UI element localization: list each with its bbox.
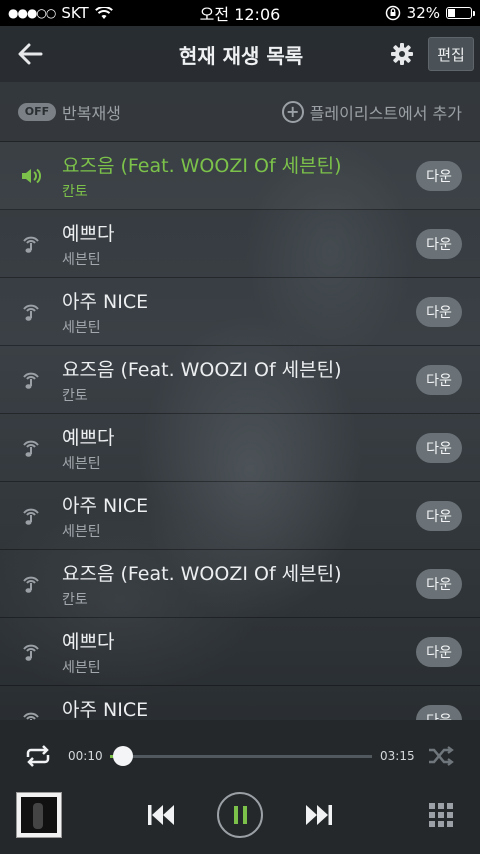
- next-button[interactable]: [298, 796, 340, 834]
- pause-icon: [217, 792, 263, 838]
- back-arrow-icon: [18, 43, 43, 65]
- track-artist: 세븐틴: [62, 523, 101, 540]
- header-bar: 현재 재생 목록 편집: [0, 26, 480, 82]
- next-track-icon: [306, 805, 332, 825]
- music-note-icon: [0, 709, 62, 720]
- music-note-icon: [0, 437, 62, 459]
- now-playing-speaker-icon: [0, 167, 62, 185]
- page-title: 현재 재생 목록: [178, 43, 304, 68]
- track-info: 아주 NICE 세븐틴: [62, 491, 416, 541]
- track-title: 아주 NICE: [62, 698, 149, 721]
- track-row[interactable]: 예쁘다 세븐틴 다운: [0, 210, 480, 278]
- grid-icon: [429, 803, 453, 827]
- download-button[interactable]: 다운: [416, 296, 462, 327]
- track-artist: 칸토: [62, 387, 88, 404]
- download-button[interactable]: 다운: [416, 500, 462, 531]
- track-row[interactable]: 아주 NICE 세븐틴 다운: [0, 278, 480, 346]
- track-artist: 세븐틴: [62, 659, 101, 676]
- carrier-label: SKT: [61, 4, 89, 22]
- plus-circle-icon: +: [281, 100, 304, 123]
- track-artist: 세븐틴: [62, 455, 101, 472]
- track-row[interactable]: 아주 NICE 세븐틴 다운: [0, 482, 480, 550]
- track-info: 예쁘다세븐틴: [62, 423, 416, 473]
- track-row[interactable]: 아주 NICE세븐틴다운: [0, 686, 480, 720]
- battery-icon: [446, 7, 475, 19]
- menu-grid-button[interactable]: [424, 800, 458, 830]
- music-note-icon: [0, 505, 62, 527]
- repeat-switch[interactable]: OFF: [18, 102, 56, 121]
- download-button[interactable]: 다운: [416, 568, 462, 599]
- status-bar: ●●●○○ SKT 오전 12:06 32%: [0, 0, 480, 26]
- play-pause-button[interactable]: [217, 792, 263, 838]
- signal-dots-icon: ●●●○○: [8, 6, 56, 20]
- total-time: 03:15: [380, 749, 415, 763]
- shuffle-button[interactable]: [424, 744, 458, 768]
- track-title: 예쁘다: [62, 630, 115, 653]
- album-art-thumbnail[interactable]: [16, 792, 62, 838]
- repeat-label: 반복재생: [62, 103, 121, 123]
- track-row[interactable]: 요즈음 (Feat. WOOZI Of 세븐틴) 칸토 다운: [0, 550, 480, 618]
- battery-percent: 32%: [406, 4, 440, 22]
- download-button[interactable]: 다운: [416, 704, 462, 720]
- album-art-image: [21, 797, 57, 833]
- track-info: 요즈음 (Feat. WOOZI Of 세븐틴) 칸토: [62, 355, 416, 405]
- rotation-lock-icon: [385, 5, 400, 21]
- track-artist: 칸토: [62, 183, 88, 200]
- music-note-icon: [0, 641, 62, 663]
- progress-row: 00:10 03:15: [0, 742, 480, 770]
- track-title: 예쁘다: [62, 222, 115, 245]
- music-note-icon: [0, 369, 62, 391]
- track-row[interactable]: 예쁘다 세븐틴 다운: [0, 618, 480, 686]
- wifi-icon: [94, 6, 113, 19]
- track-artist: 칸토: [62, 591, 88, 608]
- playback-controls: [0, 790, 480, 850]
- track-info: 아주 NICE세븐틴: [62, 695, 416, 721]
- track-info: 예쁘다세븐틴: [62, 627, 416, 677]
- edit-button[interactable]: 편집: [428, 37, 474, 71]
- track-title: 아주 NICE: [62, 494, 149, 517]
- track-title: 요즈음 (Feat. WOOZI Of 세븐틴): [62, 154, 342, 177]
- playlist-toolbar: OFF 반복재생 + 플레이리스트에서 추가: [0, 82, 480, 142]
- repeat-toggle[interactable]: OFF 반복재생: [18, 100, 121, 124]
- track-row[interactable]: 예쁘다 세븐틴 다운: [0, 414, 480, 482]
- track-title: 요즈음 (Feat. WOOZI Of 세븐틴): [62, 562, 342, 585]
- previous-button[interactable]: [140, 796, 182, 834]
- track-artist: 세븐틴: [62, 251, 101, 268]
- track-title: 예쁘다: [62, 426, 115, 449]
- repeat-icon: [26, 745, 50, 767]
- gear-icon: [391, 43, 413, 65]
- shuffle-icon: [429, 746, 454, 766]
- clock: 오전 12:06: [199, 5, 281, 24]
- back-button[interactable]: [0, 26, 60, 82]
- track-row[interactable]: 요즈음 (Feat. WOOZI Of 세븐틴) 칸토 다운: [0, 142, 480, 210]
- track-info: 예쁘다세븐틴: [62, 219, 416, 269]
- track-info: 요즈음 (Feat. WOOZI Of 세븐틴) 칸토: [62, 559, 416, 609]
- music-note-icon: [0, 301, 62, 323]
- repeat-mode-button[interactable]: [18, 744, 58, 768]
- track-info: 아주 NICE 세븐틴: [62, 287, 416, 337]
- add-from-playlist-button[interactable]: + 플레이리스트에서 추가: [281, 100, 462, 124]
- download-button[interactable]: 다운: [416, 364, 462, 395]
- download-button[interactable]: 다운: [416, 432, 462, 463]
- music-note-icon: [0, 233, 62, 255]
- progress-thumb[interactable]: [113, 746, 134, 766]
- music-note-icon: [0, 573, 62, 595]
- track-artist: 세븐틴: [62, 319, 101, 336]
- add-from-playlist-label: 플레이리스트에서 추가: [309, 103, 462, 123]
- track-title: 아주 NICE: [62, 290, 149, 313]
- track-title: 요즈음 (Feat. WOOZI Of 세븐틴): [62, 358, 342, 381]
- progress-track[interactable]: [110, 755, 372, 758]
- download-button[interactable]: 다운: [416, 636, 462, 667]
- previous-track-icon: [148, 805, 174, 825]
- elapsed-time: 00:10: [68, 749, 103, 763]
- download-button[interactable]: 다운: [416, 160, 462, 191]
- track-row[interactable]: 요즈음 (Feat. WOOZI Of 세븐틴) 칸토 다운: [0, 346, 480, 414]
- mini-player: 00:10 03:15: [0, 720, 480, 854]
- track-list[interactable]: 요즈음 (Feat. WOOZI Of 세븐틴) 칸토 다운 예쁘다 세븐틴 다운 아주 N…: [0, 142, 480, 720]
- settings-button[interactable]: [382, 26, 422, 82]
- download-button[interactable]: 다운: [416, 228, 462, 259]
- track-info: 요즈음 (Feat. WOOZI Of 세븐틴) 칸토: [62, 151, 416, 201]
